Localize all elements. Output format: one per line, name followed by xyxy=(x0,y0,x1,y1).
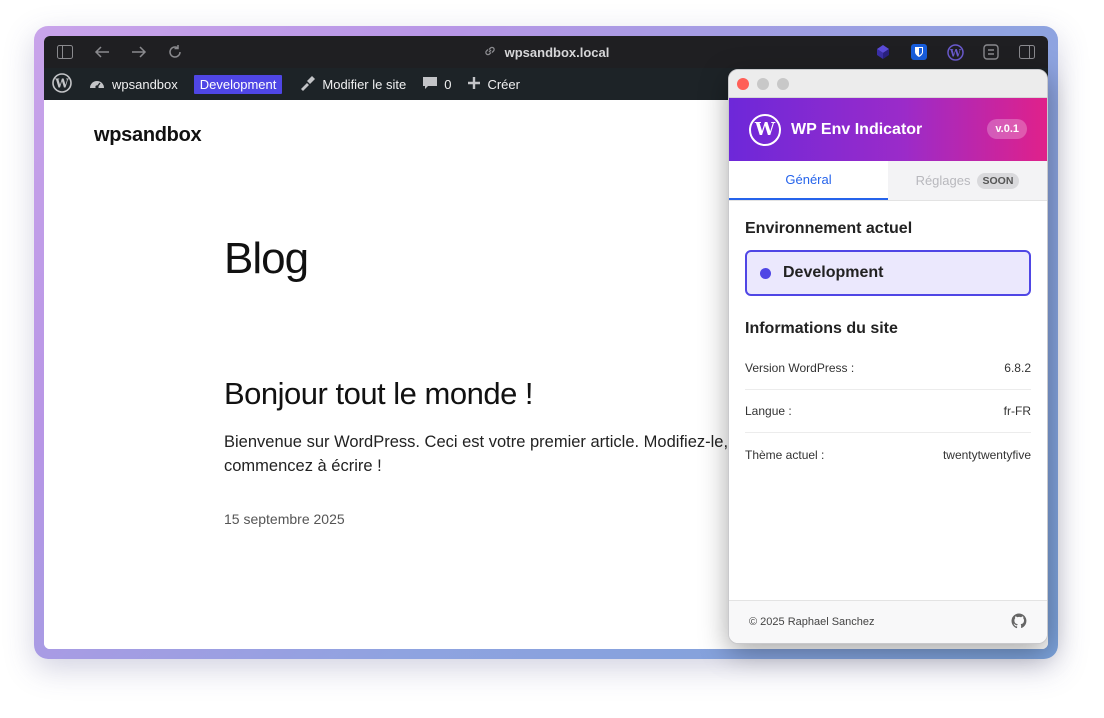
svg-text:W: W xyxy=(54,76,69,90)
new-content-menu[interactable]: Créer xyxy=(467,68,520,100)
tab-settings: Réglages SOON xyxy=(888,161,1047,200)
zoom-window-button[interactable] xyxy=(777,77,789,90)
post-date: 15 septembre 2025 xyxy=(224,511,345,527)
tab-icon[interactable] xyxy=(982,43,1000,61)
minimize-window-button[interactable] xyxy=(757,77,769,90)
site-name-menu[interactable]: wpsandbox xyxy=(88,68,178,100)
current-env-heading: Environnement actuel xyxy=(745,220,913,237)
forward-icon[interactable] xyxy=(130,43,148,61)
popup-titlebar xyxy=(729,70,1047,98)
url-text: wpsandbox.local xyxy=(504,44,610,60)
env-badge-item[interactable]: Development xyxy=(193,68,283,100)
site-name-label: wpsandbox xyxy=(112,76,178,92)
version-badge: v.0.1 xyxy=(987,119,1027,139)
soon-badge: SOON xyxy=(976,172,1020,189)
link-icon xyxy=(483,44,497,61)
current-env-card: Development xyxy=(745,250,1031,296)
popup-tabs: Général Réglages SOON xyxy=(729,161,1047,201)
comments-count: 0 xyxy=(444,76,452,92)
github-icon[interactable] xyxy=(1011,613,1027,632)
site-title[interactable]: wpsandbox xyxy=(94,124,202,147)
wp-logo-menu[interactable]: W xyxy=(52,68,72,100)
address-bar[interactable]: wpsandbox.local xyxy=(44,36,1048,68)
wordpress-logo-icon: W xyxy=(749,113,781,146)
extension-popup: W WP Env Indicator v.0.1 Général Réglage… xyxy=(728,69,1048,644)
popup-header: W WP Env Indicator v.0.1 xyxy=(729,98,1047,161)
close-window-button[interactable] xyxy=(737,77,749,90)
env-status-dot xyxy=(760,267,771,279)
wordpress-icon[interactable]: W xyxy=(946,43,964,61)
svg-text:W: W xyxy=(948,48,961,59)
sidebar-icon[interactable] xyxy=(56,43,74,61)
post-excerpt: Bienvenue sur WordPress. Ceci est votre … xyxy=(224,433,763,475)
info-row-language: Langue : fr-FR xyxy=(745,390,1031,433)
paintbrush-icon xyxy=(298,75,316,94)
extension-name: WP Env Indicator xyxy=(791,120,923,138)
site-info-list: Version WordPress : 6.8.2 Langue : fr-FR… xyxy=(729,347,1047,476)
info-value: fr-FR xyxy=(1003,404,1031,418)
tab-general[interactable]: Général xyxy=(729,161,888,200)
comment-icon xyxy=(422,75,438,94)
bitwarden-icon[interactable] xyxy=(910,43,928,61)
popup-footer: © 2025 Raphael Sanchez xyxy=(729,600,1047,643)
reload-icon[interactable] xyxy=(166,43,184,61)
env-badge: Development xyxy=(193,74,283,94)
page-heading: Blog xyxy=(224,234,309,283)
plus-icon xyxy=(467,76,481,93)
extension-icon[interactable] xyxy=(874,43,892,61)
info-label: Version WordPress : xyxy=(745,361,855,375)
current-env-label: Development xyxy=(783,264,884,281)
new-label: Créer xyxy=(487,76,520,92)
info-label: Langue : xyxy=(745,404,792,418)
info-label: Thème actuel : xyxy=(745,447,825,462)
post-title[interactable]: Bonjour tout le monde ! xyxy=(224,376,534,412)
split-view-icon[interactable] xyxy=(1018,43,1036,61)
info-value: 6.8.2 xyxy=(1004,361,1031,375)
info-value: twentytwentyfive xyxy=(942,447,1031,462)
site-info-heading: Informations du site xyxy=(745,320,898,337)
copyright-text: © 2025 Raphael Sanchez xyxy=(749,616,875,628)
dashboard-icon xyxy=(88,75,106,94)
customize-menu[interactable]: Modifier le site xyxy=(298,68,406,100)
tab-general-label: Général xyxy=(785,172,832,187)
info-row-theme: Thème actuel : twentytwentyfive xyxy=(745,433,1031,476)
tab-settings-label: Réglages xyxy=(915,173,971,188)
back-icon[interactable] xyxy=(93,43,111,61)
customize-label: Modifier le site xyxy=(322,76,407,92)
comments-menu[interactable]: 0 xyxy=(422,68,451,100)
browser-toolbar: wpsandbox.local W xyxy=(44,36,1048,68)
wordpress-logo-icon: W xyxy=(52,72,72,96)
info-row-wp-version: Version WordPress : 6.8.2 xyxy=(745,347,1031,390)
